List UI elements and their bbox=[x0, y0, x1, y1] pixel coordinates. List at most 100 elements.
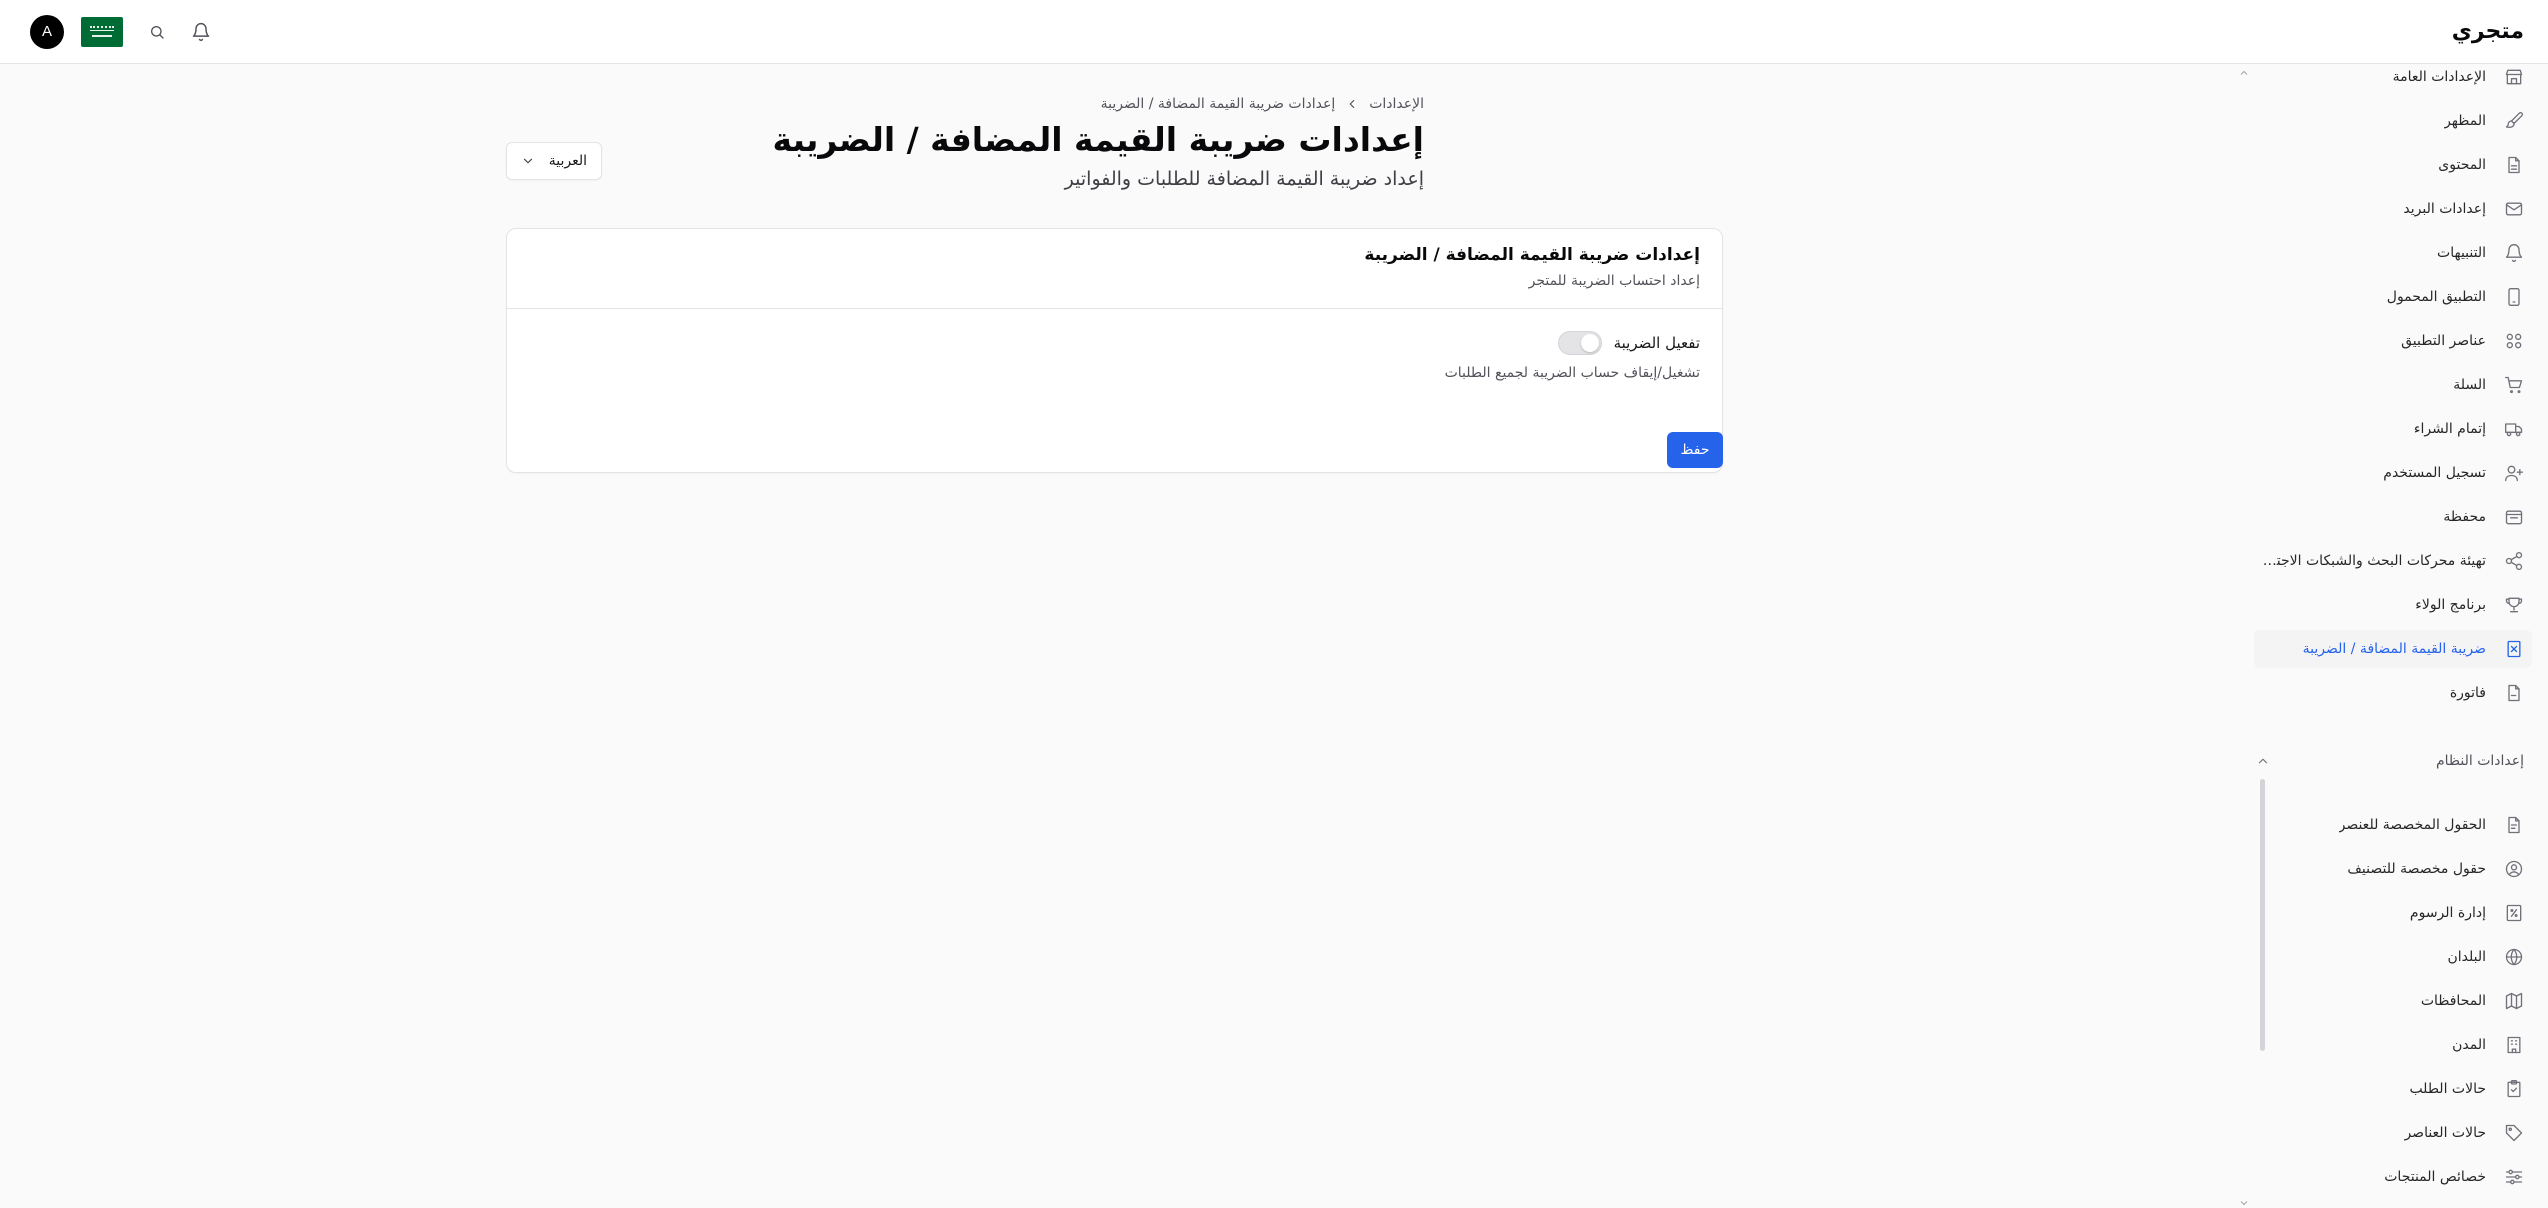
sidebar-item[interactable]: المحافظات bbox=[2254, 982, 2532, 1020]
settings-sidebar: الإعدادات العامة المظهر المحتوى إعدادات … bbox=[2240, 64, 2548, 1208]
language-select[interactable]: العربية bbox=[506, 142, 602, 180]
page-title: إعدادات ضريبة القيمة المضافة / الضريبة bbox=[772, 120, 1424, 159]
save-button[interactable]: حفظ bbox=[1667, 432, 1723, 468]
enable-tax-toggle[interactable] bbox=[1557, 331, 1602, 355]
search-icon bbox=[151, 25, 164, 39]
user-avatar[interactable]: A bbox=[30, 14, 64, 49]
mail-icon bbox=[2505, 202, 2523, 216]
sidebar-item-icon bbox=[2496, 499, 2532, 535]
sidebar-item-label: عناصر التطبيق bbox=[2401, 333, 2486, 349]
sidebar-item[interactable]: إتمام الشراء bbox=[2254, 410, 2532, 448]
sidebar-item[interactable]: تسجيل المستخدم bbox=[2254, 454, 2532, 492]
sidebar-item[interactable]: حالات الطلب bbox=[2254, 1070, 2532, 1108]
sidebar-item-label: التنبيهات bbox=[2437, 245, 2486, 261]
sidebar-item[interactable]: عناصر التطبيق bbox=[2254, 322, 2532, 360]
sidebar-item-icon bbox=[2496, 983, 2532, 1019]
language-flag-icon[interactable] bbox=[81, 16, 123, 47]
sidebar-item-icon bbox=[2496, 1159, 2532, 1195]
sidebar-item-label: تسجيل المستخدم bbox=[2383, 465, 2486, 481]
card-divider bbox=[507, 308, 1722, 309]
top-header: متجري A bbox=[0, 0, 2548, 64]
truck-icon bbox=[2505, 423, 2523, 437]
sidebar-item-icon bbox=[2496, 191, 2532, 227]
sidebar-item-label: الحقول المخصصة للعنصر bbox=[2338, 817, 2486, 833]
sidebar-item-icon bbox=[2496, 279, 2532, 315]
sidebar-item-label: الإعدادات العامة bbox=[2392, 69, 2486, 85]
bell-icon bbox=[192, 22, 210, 41]
header-actions: A bbox=[30, 14, 213, 49]
sidebar-item-label: المظهر bbox=[2444, 113, 2486, 129]
breadcrumb-settings[interactable]: الإعدادات bbox=[1369, 96, 1424, 112]
sidebar-item-icon bbox=[2496, 1027, 2532, 1063]
sidebar-item-label: المحتوى bbox=[2438, 157, 2486, 173]
sidebar-item[interactable]: ضريبة القيمة المضافة / الضريبة bbox=[2254, 630, 2532, 668]
sidebar-item[interactable]: إعدادات البريد bbox=[2254, 190, 2532, 228]
card-description: إعداد احتساب الضريبة للمتجر bbox=[1528, 273, 1700, 289]
clipboard-icon bbox=[2507, 1080, 2521, 1098]
sidebar-item-icon bbox=[2496, 675, 2532, 711]
sidebar-item-icon bbox=[2496, 895, 2532, 931]
sidebar-item[interactable]: حقول مخصصة للتصنيف bbox=[2254, 850, 2532, 888]
sidebar-item[interactable]: الحقول المخصصة للعنصر bbox=[2254, 806, 2532, 844]
card-title: إعدادات ضريبة القيمة المضافة / الضريبة bbox=[1364, 245, 1700, 265]
sidebar-item[interactable]: برنامج الولاء bbox=[2254, 586, 2532, 624]
sidebar-item-icon bbox=[2496, 103, 2532, 139]
tax-icon bbox=[2507, 640, 2521, 658]
sidebar-item[interactable]: تهيئة محركات البحث والشبكات الاجتما... bbox=[2254, 542, 2532, 580]
sidebar-item-icon bbox=[2496, 851, 2532, 887]
sidebar-item[interactable]: المحتوى bbox=[2254, 146, 2532, 184]
sidebar-item[interactable]: التطبيق المحمول bbox=[2254, 278, 2532, 316]
sidebar-item-icon bbox=[2496, 367, 2532, 403]
sidebar-item-label: فاتورة bbox=[2449, 685, 2486, 701]
sidebar-item-label: حالات الطلب bbox=[2409, 1081, 2486, 1097]
sidebar-item[interactable]: محفظة bbox=[2254, 498, 2532, 536]
main-content: الإعدادات إعدادات ضريبة القيمة المضافة /… bbox=[0, 64, 2256, 1208]
sidebar-item-label: خصائص المنتجات bbox=[2384, 1169, 2486, 1185]
sidebar-item[interactable]: التنبيهات bbox=[2254, 234, 2532, 272]
sidebar-item-label: تهيئة محركات البحث والشبكات الاجتما... bbox=[2256, 553, 2486, 569]
sidebar-item[interactable]: الإضافات bbox=[2254, 1202, 2532, 1208]
sidebar-item-icon bbox=[2496, 59, 2532, 95]
sidebar-item[interactable]: خصائص المنتجات bbox=[2254, 1158, 2532, 1196]
enable-tax-description: تشغيل/إيقاف حساب الضريبة لجميع الطلبات bbox=[1444, 365, 1700, 381]
bell-icon bbox=[2505, 244, 2523, 262]
sidebar-item[interactable]: حالات العناصر bbox=[2254, 1114, 2532, 1152]
cart-icon bbox=[2505, 376, 2523, 394]
sidebar-item-icon bbox=[2496, 455, 2532, 491]
sidebar-item[interactable]: فاتورة bbox=[2254, 674, 2532, 712]
sidebar-item-icon bbox=[2496, 807, 2532, 843]
sidebar-item[interactable]: إدارة الرسوم bbox=[2254, 894, 2532, 932]
sidebar-item[interactable]: البلدان bbox=[2254, 938, 2532, 976]
sidebar-item-icon bbox=[2496, 631, 2532, 667]
sidebar-item[interactable]: المظهر bbox=[2254, 102, 2532, 140]
sidebar-item[interactable]: السلة bbox=[2254, 366, 2532, 404]
sidebar-item-icon bbox=[2496, 323, 2532, 359]
sidebar-item[interactable]: الإعدادات العامة bbox=[2254, 58, 2532, 96]
sidebar-item-icon bbox=[2496, 235, 2532, 271]
sidebar-item-label: البلدان bbox=[2447, 949, 2486, 965]
chevron-down-icon bbox=[523, 158, 533, 164]
chevron-up-icon bbox=[2258, 758, 2268, 764]
sidebar-item-label: السلة bbox=[2453, 377, 2486, 393]
grid-icon bbox=[2506, 333, 2522, 349]
sidebar-item-icon bbox=[2496, 1115, 2532, 1151]
breadcrumb: الإعدادات إعدادات ضريبة القيمة المضافة /… bbox=[1101, 96, 1424, 112]
notifications-button[interactable] bbox=[189, 20, 213, 44]
user-plus-icon bbox=[2505, 465, 2523, 482]
percent-icon bbox=[2506, 904, 2522, 922]
sidebar-item[interactable]: المدن bbox=[2254, 1026, 2532, 1064]
sidebar-item-label: برنامج الولاء bbox=[2415, 597, 2486, 613]
smartphone-icon bbox=[2508, 288, 2520, 306]
map-icon bbox=[2505, 992, 2523, 1010]
sidebar-item-icon bbox=[2496, 587, 2532, 623]
toggle-knob bbox=[1580, 334, 1599, 352]
document-icon bbox=[2508, 156, 2520, 174]
system-settings-section[interactable]: إعدادات النظام bbox=[2256, 746, 2524, 776]
sidebar-item-label: التطبيق المحمول bbox=[2386, 289, 2486, 305]
sidebar-item-label: محفظة bbox=[2443, 509, 2486, 525]
brand-logo[interactable]: متجري bbox=[2452, 19, 2524, 44]
vat-settings-card: إعدادات ضريبة القيمة المضافة / الضريبة إ… bbox=[506, 228, 1723, 473]
share-icon bbox=[2505, 552, 2523, 570]
building-icon bbox=[2507, 1036, 2521, 1054]
search-button[interactable] bbox=[147, 22, 167, 42]
